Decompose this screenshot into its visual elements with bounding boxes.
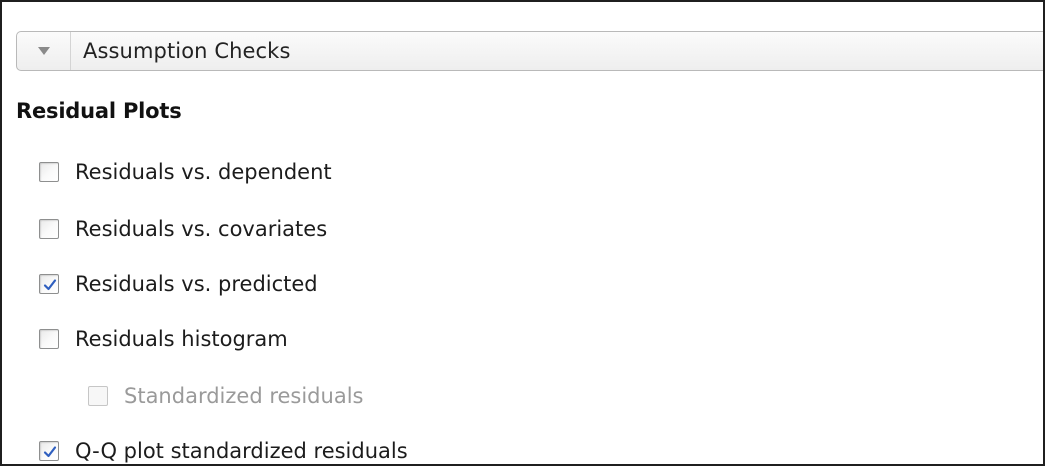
checkmark-icon [43,446,57,458]
residuals-vs-dependent-option[interactable]: Residuals vs. dependent [39,155,332,189]
residuals-histogram-checkbox[interactable] [39,329,59,349]
residuals-vs-covariates-checkbox[interactable] [39,219,59,239]
standardized-residuals-option[interactable]: Standardized residuals [88,379,363,413]
residuals-vs-predicted-option[interactable]: Residuals vs. predicted [39,267,318,301]
residuals-vs-dependent-label: Residuals vs. dependent [75,160,332,184]
standardized-residuals-checkbox[interactable] [88,386,108,406]
qq-plot-label: Q-Q plot standardized residuals [75,439,408,463]
qq-plot-option[interactable]: Q-Q plot standardized residuals [39,434,408,464]
residuals-histogram-option[interactable]: Residuals histogram [39,322,288,356]
standardized-residuals-label: Standardized residuals [124,384,364,408]
residuals-vs-predicted-checkbox[interactable] [39,274,59,294]
qq-plot-checkbox[interactable] [39,441,59,461]
checkmark-icon [43,279,57,291]
residuals-vs-covariates-option[interactable]: Residuals vs. covariates [39,212,327,246]
residuals-vs-dependent-checkbox[interactable] [39,162,59,182]
residual-plots-options: Residuals vs. dependent Residuals vs. co… [2,2,1043,464]
residuals-vs-covariates-label: Residuals vs. covariates [75,217,328,241]
residuals-vs-predicted-label: Residuals vs. predicted [75,272,318,296]
assumption-checks-panel: Assumption Checks Residual Plots Residua… [0,0,1045,466]
residuals-histogram-label: Residuals histogram [75,327,288,351]
